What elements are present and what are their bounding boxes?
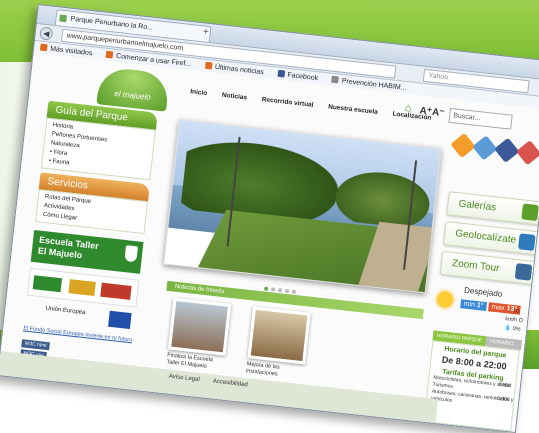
- galerias-button[interactable]: Galerías: [446, 191, 539, 226]
- binoculars-icon: [514, 263, 533, 281]
- w3c-html-badge[interactable]: W3C html: [21, 339, 50, 351]
- news-thumbnail[interactable]: [167, 297, 232, 356]
- weather-details: → 10 km/h O 💧 0%: [504, 306, 527, 335]
- social-icon-3[interactable]: [494, 137, 520, 163]
- menu-item-inicio[interactable]: Inicio: [190, 88, 208, 97]
- hours-panel: Horario del parque De 8:00 a 22:00 Tarif…: [423, 340, 520, 432]
- galerias-label: Galerías: [458, 198, 497, 214]
- social-icon-2[interactable]: [472, 135, 498, 161]
- rss-icon: [204, 61, 213, 70]
- gallery-icon: [521, 203, 539, 222]
- map-pin-icon: [517, 233, 536, 251]
- menu-item-recorrido[interactable]: Recorrido virtual: [261, 96, 313, 109]
- slide-dot[interactable]: [291, 289, 297, 295]
- facebook-icon: [277, 69, 285, 78]
- slide-dot[interactable]: [270, 287, 276, 292]
- sun-icon: [436, 290, 454, 309]
- hero-slideshow[interactable]: [163, 119, 442, 294]
- zoom-tour-button[interactable]: Zoom Tour: [439, 250, 539, 286]
- zoom-tour-label: Zoom Tour: [451, 258, 500, 275]
- slide-dot[interactable]: [263, 286, 269, 291]
- social-icon-4[interactable]: [515, 140, 539, 166]
- shield-icon: [124, 245, 139, 263]
- news-item[interactable]: Finaliza la Escuela Taller El Majuelo: [166, 297, 233, 373]
- menu-item-escuela[interactable]: Nuestra escuela: [328, 103, 378, 115]
- eu-flag-icon: [108, 310, 132, 330]
- left-column: Guía del Parque Historia Peñones Portuen…: [20, 100, 158, 372]
- geolocalizate-label: Geolocalízate: [454, 228, 517, 246]
- new-tab-button[interactable]: +: [202, 26, 209, 38]
- slide-dot[interactable]: [284, 288, 290, 294]
- firefox-icon: [105, 50, 114, 59]
- website: el majuelo Inicio Noticias Recorrido vir…: [0, 52, 539, 433]
- guia-list: Historia Peñones Portuenses Naturaleza •…: [40, 117, 156, 181]
- site-search-input[interactable]: Buscar...: [448, 107, 513, 130]
- bookmark-icon: [39, 43, 48, 52]
- slide-dot[interactable]: [277, 288, 283, 293]
- site-logo[interactable]: el majuelo: [96, 66, 171, 112]
- news-thumbnail[interactable]: [247, 306, 311, 365]
- temp-min: min 1°: [460, 299, 487, 312]
- sepe-logo: [100, 282, 132, 300]
- junta-logo: [32, 275, 63, 293]
- home-icon[interactable]: ⌂: [404, 102, 415, 115]
- back-button[interactable]: ◀: [39, 26, 54, 41]
- weather-condition: Despejado: [463, 285, 503, 299]
- social-icon-1[interactable]: [450, 132, 476, 159]
- page-icon: [331, 75, 340, 84]
- menu-item-noticias[interactable]: Noticias: [222, 92, 248, 102]
- favicon-icon: [59, 14, 67, 23]
- news-item[interactable]: Mejora de las instalaciones: [246, 306, 313, 381]
- escuela-banner[interactable]: Escuela Taller El Majuelo: [30, 229, 144, 274]
- ministerio-logo: [68, 279, 96, 296]
- geolocalizate-button[interactable]: Geolocalízate: [443, 221, 539, 256]
- wind-speed: → 10 km/h O: [504, 307, 524, 325]
